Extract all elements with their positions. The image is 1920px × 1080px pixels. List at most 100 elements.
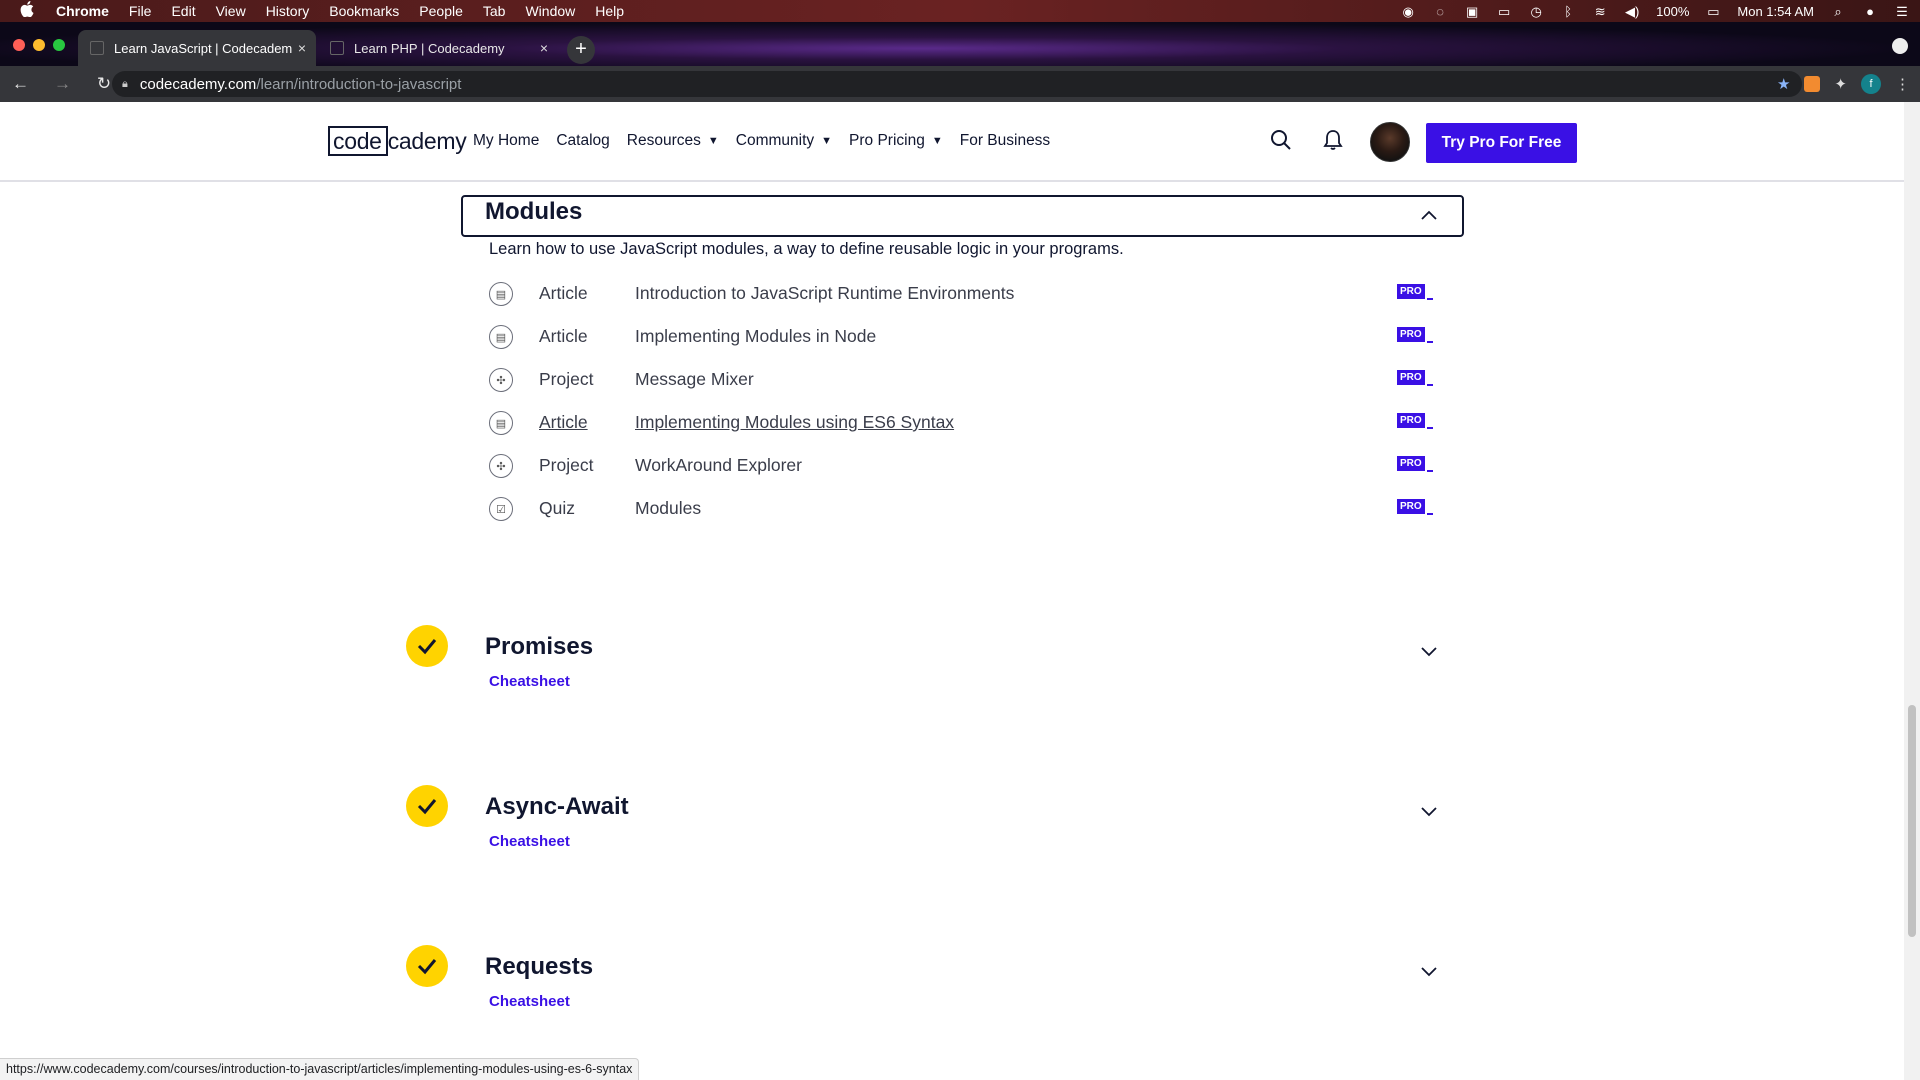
chevron-down-icon[interactable] bbox=[1420, 962, 1438, 980]
url-host: codecademy.com bbox=[139, 75, 257, 93]
completed-check-icon bbox=[406, 785, 448, 827]
extensions-puzzle-icon[interactable]: ✦ bbox=[1834, 75, 1847, 93]
menu-people[interactable]: People bbox=[419, 3, 463, 19]
menu-tab[interactable]: Tab bbox=[483, 3, 506, 19]
item-type: Article bbox=[539, 283, 588, 303]
caret-down-icon: ▼ bbox=[821, 135, 833, 147]
minimize-window-icon[interactable] bbox=[33, 39, 45, 51]
module-item-row[interactable]: ✣ Project Message Mixer PRO bbox=[489, 365, 1439, 395]
time-machine-icon[interactable]: ◷ bbox=[1528, 4, 1544, 19]
item-type: Article bbox=[539, 412, 588, 432]
module-item-row[interactable]: ✣ Project WorkAround Explorer PRO bbox=[489, 451, 1439, 481]
tab-title: Learn PHP | Codecademy bbox=[354, 40, 505, 56]
cheatsheet-link[interactable]: Cheatsheet bbox=[489, 833, 570, 850]
control-center-icon[interactable]: ☰ bbox=[1894, 4, 1910, 19]
battery-icon[interactable]: ▭ bbox=[1705, 4, 1721, 19]
tab-search-icon[interactable] bbox=[1892, 38, 1908, 54]
nav-label: Community bbox=[735, 132, 815, 149]
lock-icon[interactable]: 🔒︎ bbox=[122, 78, 128, 91]
item-title[interactable]: Implementing Modules in Node bbox=[635, 326, 876, 347]
menu-file[interactable]: File bbox=[129, 3, 152, 19]
menu-edit[interactable]: Edit bbox=[171, 3, 195, 19]
cheatsheet-link[interactable]: Cheatsheet bbox=[489, 993, 570, 1010]
siri-icon[interactable]: ● bbox=[1862, 4, 1878, 19]
item-title[interactable]: Message Mixer bbox=[635, 369, 754, 390]
item-title[interactable]: Modules bbox=[635, 498, 701, 519]
wifi-icon[interactable]: ≋ bbox=[1592, 4, 1608, 19]
address-bar[interactable]: 🔒︎ codecademy.com/learn/introduction-to-… bbox=[112, 71, 1802, 97]
module-item-row[interactable]: ▤ Article Introduction to JavaScript Run… bbox=[489, 279, 1439, 309]
menu-view[interactable]: View bbox=[216, 3, 246, 19]
profile-avatar-icon[interactable]: f bbox=[1861, 74, 1881, 94]
item-title[interactable]: Implementing Modules using ES6 Syntax bbox=[635, 412, 954, 433]
item-title[interactable]: Introduction to JavaScript Runtime Envir… bbox=[635, 283, 1014, 304]
nav-pro-pricing[interactable]: Pro Pricing ▼ bbox=[849, 132, 943, 150]
search-icon[interactable] bbox=[1270, 129, 1292, 151]
pro-badge: PRO bbox=[1397, 327, 1425, 342]
module-item-row[interactable]: ▤ Article Implementing Modules using ES6… bbox=[489, 408, 1439, 438]
maximize-window-icon[interactable] bbox=[53, 39, 65, 51]
menu-help[interactable]: Help bbox=[595, 3, 624, 19]
creative-cloud-icon[interactable]: ◉ bbox=[1400, 4, 1416, 19]
bookmark-star-icon[interactable]: ★ bbox=[1777, 75, 1790, 93]
battery-percent: 100% bbox=[1656, 3, 1690, 19]
nav-for-business[interactable]: For Business bbox=[960, 132, 1050, 150]
try-pro-button[interactable]: Try Pro For Free bbox=[1426, 123, 1577, 163]
reload-icon[interactable]: ↻ bbox=[96, 74, 112, 94]
close-window-icon[interactable] bbox=[13, 39, 25, 51]
pro-badge: PRO bbox=[1397, 284, 1425, 299]
bluetooth-icon[interactable]: ᛒ bbox=[1560, 4, 1576, 19]
menu-history[interactable]: History bbox=[266, 3, 310, 19]
apple-menu-icon[interactable] bbox=[20, 0, 38, 22]
spotlight-icon[interactable]: ⌕ bbox=[1830, 4, 1846, 19]
close-tab-icon[interactable]: × bbox=[298, 40, 306, 56]
link-status-bar: https://www.codecademy.com/courses/intro… bbox=[0, 1058, 640, 1080]
chevron-down-icon[interactable] bbox=[1420, 642, 1438, 660]
nav-community[interactable]: Community ▼ bbox=[736, 132, 832, 150]
cheatsheet-link[interactable]: Cheatsheet bbox=[489, 673, 570, 690]
menu-bookmarks[interactable]: Bookmarks bbox=[329, 3, 399, 19]
caret-down-icon: ▼ bbox=[931, 135, 943, 147]
pro-badge-underline bbox=[1427, 470, 1433, 472]
new-tab-button[interactable]: + bbox=[567, 36, 595, 64]
module-item-row[interactable]: ☑ Quiz Modules PRO bbox=[489, 494, 1439, 524]
section-title-promises[interactable]: Promises bbox=[485, 633, 593, 661]
menu-bar-status-area: ◉ ◌ ▣ ▭ ◷ ᛒ ≋ ◀) 100% ▭ Mon 1:54 AM ⌕ ● … bbox=[1400, 0, 1910, 22]
menu-clock[interactable]: Mon 1:54 AM bbox=[1737, 4, 1814, 19]
back-arrow-icon[interactable]: ← bbox=[12, 74, 29, 94]
chrome-menu-icon[interactable]: ⋮ bbox=[1895, 75, 1910, 93]
nav-label: Pro Pricing bbox=[849, 132, 925, 149]
nav-my-home[interactable]: My Home bbox=[473, 132, 539, 150]
item-type: Quiz bbox=[539, 498, 575, 518]
macos-menu-bar: Chrome File Edit View History Bookmarks … bbox=[0, 0, 1920, 22]
battery-app-icon[interactable]: ▣ bbox=[1464, 4, 1480, 19]
module-header-modules[interactable] bbox=[461, 195, 1464, 237]
menu-window[interactable]: Window bbox=[525, 3, 575, 19]
user-avatar[interactable] bbox=[1370, 122, 1410, 162]
airplay-icon[interactable]: ▭ bbox=[1496, 4, 1512, 19]
module-item-row[interactable]: ▤ Article Implementing Modules in Node P… bbox=[489, 322, 1439, 352]
notification-bell-icon[interactable] bbox=[1323, 129, 1343, 151]
page-scrollbar-thumb[interactable] bbox=[1908, 705, 1916, 937]
volume-icon[interactable]: ◀) bbox=[1624, 4, 1640, 19]
nav-label: Catalog bbox=[556, 132, 610, 149]
nav-catalog[interactable]: Catalog bbox=[556, 132, 609, 150]
chevron-up-icon[interactable] bbox=[1420, 207, 1438, 225]
close-tab-icon[interactable]: × bbox=[540, 40, 548, 56]
extension-orange-icon[interactable] bbox=[1804, 76, 1821, 92]
menu-app-name[interactable]: Chrome bbox=[56, 3, 109, 19]
item-title[interactable]: WorkAround Explorer bbox=[635, 455, 802, 476]
sync-icon[interactable]: ◌ bbox=[1432, 4, 1448, 19]
item-type: Project bbox=[539, 455, 594, 475]
section-title-requests[interactable]: Requests bbox=[485, 953, 593, 981]
codecademy-favicon-icon bbox=[330, 41, 344, 55]
chevron-down-icon[interactable] bbox=[1420, 802, 1438, 820]
pro-badge-underline bbox=[1427, 298, 1433, 300]
tab-learn-javascript[interactable]: Learn JavaScript | Codecadem × bbox=[78, 30, 316, 66]
nav-resources[interactable]: Resources ▼ bbox=[627, 132, 719, 150]
codecademy-logo[interactable]: code cademy bbox=[328, 126, 467, 156]
tab-learn-php[interactable]: Learn PHP | Codecademy × bbox=[318, 30, 558, 66]
section-title-async-await[interactable]: Async-Await bbox=[485, 793, 629, 821]
article-icon: ▤ bbox=[489, 325, 513, 349]
forward-arrow-icon[interactable]: → bbox=[54, 74, 71, 94]
